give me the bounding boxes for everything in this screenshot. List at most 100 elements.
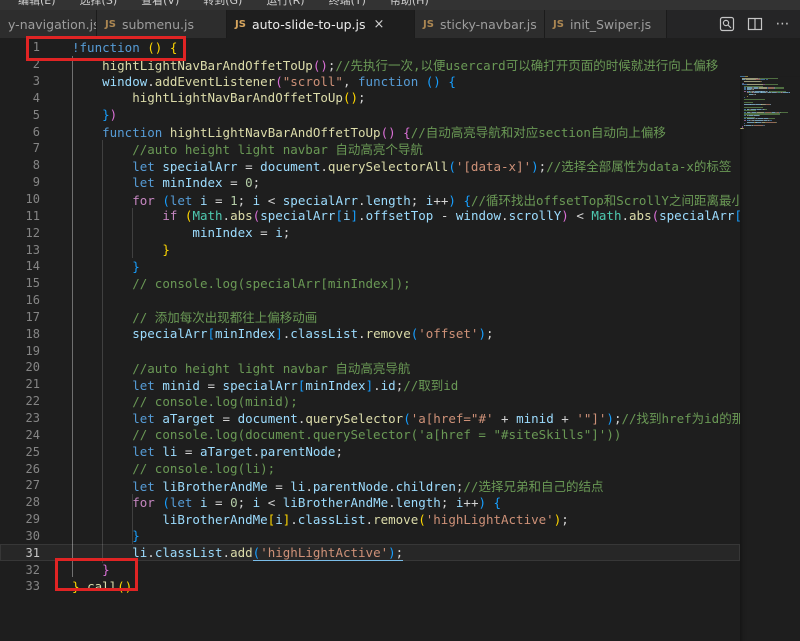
line-number: 11 <box>25 208 40 223</box>
code-line[interactable]: 4 hightLightNavBarAndOffetToUp(); <box>0 90 740 107</box>
menubar-items: 编辑(E) 选择(S) 查看(V) 转到(G) 运行(R) 终端(T) 帮助(H) <box>0 0 800 10</box>
line-number: 32 <box>25 562 40 577</box>
code-line[interactable]: 10 for (let i = 1; i < specialArr.length… <box>0 191 740 208</box>
code-line[interactable]: 22 // console.log(minid); <box>0 393 740 410</box>
menu-item-6[interactable]: 帮助(H) <box>378 0 441 10</box>
split-editor-icon[interactable] <box>746 15 764 33</box>
line-number: 9 <box>32 175 40 190</box>
line-text: for (let i = 0; i < liBrotherAndMe.lengt… <box>132 494 502 510</box>
line-number: 20 <box>25 360 40 375</box>
line-text: }) <box>102 107 118 123</box>
close-tab-icon[interactable]: × <box>374 18 385 31</box>
line-text: hightLightNavBarAndOffetToUp(); <box>132 90 366 106</box>
code-line[interactable]: 30 } <box>0 527 740 544</box>
code-line[interactable]: 3 window.addEventListener("scroll", func… <box>0 73 740 90</box>
js-file-icon: JS <box>105 18 116 30</box>
menu-item-1[interactable]: 选择(S) <box>68 0 130 10</box>
line-text: // 添加每次出现都往上偏移动画 <box>132 310 318 326</box>
code-line[interactable]: 7 //auto height light navbar 自动高亮个导航 <box>0 140 740 157</box>
code-line[interactable]: 33}.call() <box>0 578 740 595</box>
tab-auto-slide-to-up-js[interactable]: JS auto-slide-to-up.js × <box>227 10 415 38</box>
line-number: 22 <box>25 394 40 409</box>
code-line[interactable]: 32 } <box>0 561 740 578</box>
line-number: 28 <box>25 495 40 510</box>
line-number: 13 <box>25 242 40 257</box>
line-number: 2 <box>32 57 40 72</box>
menubar: 编辑(E) 选择(S) 查看(V) 转到(G) 运行(R) 终端(T) 帮助(H) <box>0 0 800 10</box>
code-lines: 1 !function () {2 hightLightNavBarAndOffe… <box>0 39 740 595</box>
code-line[interactable]: 8 let specialArr = document.querySelecto… <box>0 157 740 174</box>
line-number: 21 <box>25 377 40 392</box>
code-line[interactable]: 21 let minid = specialArr[minIndex].id;/… <box>0 376 740 393</box>
code-line[interactable]: 12 minIndex = i; <box>0 224 740 241</box>
tab-label: y-navigation.js <box>8 16 97 32</box>
search-editor-icon[interactable] <box>718 15 736 33</box>
menu-item-2[interactable]: 查看(V) <box>129 0 191 10</box>
code-line[interactable]: 15 // console.log(specialArr[minIndex]); <box>0 275 740 292</box>
line-text: let liBrotherAndMe = li.parentNode.child… <box>132 478 604 494</box>
line-number: 30 <box>25 528 40 543</box>
line-number: 25 <box>25 444 40 459</box>
line-number: 1 <box>32 40 40 55</box>
tab-sticky-navbar-js[interactable]: JS sticky-navbar.js <box>415 10 545 38</box>
line-number: 7 <box>32 141 40 156</box>
tab-submenu-js[interactable]: JS submenu.js <box>97 10 227 38</box>
line-number: 17 <box>25 309 40 324</box>
line-text: let aTarget = document.querySelector('a[… <box>132 411 740 427</box>
code-line[interactable]: 6 function hightLightNavBarAndOffetToUp(… <box>0 123 740 141</box>
menu-item-4[interactable]: 运行(R) <box>254 0 316 10</box>
code-line[interactable]: 28 for (let i = 0; i < liBrotherAndMe.le… <box>0 494 740 511</box>
menu-item-3[interactable]: 转到(G) <box>191 0 254 10</box>
code-line[interactable]: 24 // console.log(document.querySelector… <box>0 426 740 443</box>
line-text: let specialArr = document.querySelectorA… <box>132 158 732 174</box>
code-line[interactable]: 11 if (Math.abs(specialArr[i].offsetTop … <box>0 207 740 224</box>
more-actions-icon[interactable]: ⋯ <box>774 15 792 33</box>
line-number: 14 <box>25 259 40 274</box>
code-line[interactable]: 5 }) <box>0 106 740 123</box>
line-number: 29 <box>25 512 40 527</box>
line-number: 33 <box>25 579 40 594</box>
line-number: 27 <box>25 478 40 493</box>
js-file-icon: JS <box>553 18 564 30</box>
code-line[interactable]: 17 // 添加每次出现都往上偏移动画 <box>0 309 740 326</box>
code-line[interactable]: 20 //auto height light navbar 自动高亮导航 <box>0 359 740 376</box>
code-line[interactable]: 18 specialArr[minIndex].classList.remove… <box>0 325 740 342</box>
line-number: 26 <box>25 461 40 476</box>
line-text: } <box>132 258 140 274</box>
menu-item-0[interactable]: 编辑(E) <box>6 0 68 10</box>
code-line[interactable]: 23 let aTarget = document.querySelector(… <box>0 410 740 427</box>
line-text: let minid = specialArr[minIndex].id;//取到… <box>132 377 459 393</box>
tab-y-navigation-js[interactable]: y-navigation.js <box>0 10 97 38</box>
line-number: 31 <box>25 545 40 560</box>
line-text: let minIndex = 0; <box>132 174 261 190</box>
code-line[interactable]: 2 hightLightNavBarAndOffetToUp();//先执行一次… <box>0 56 740 73</box>
line-text: for (let i = 1; i < specialArr.length; i… <box>132 192 740 208</box>
line-number: 8 <box>32 158 40 173</box>
code-line[interactable]: 25 let li = aTarget.parentNode; <box>0 443 740 460</box>
code-line[interactable]: 14 } <box>0 258 740 275</box>
code-line[interactable]: 9 let minIndex = 0; <box>0 174 740 191</box>
code-line[interactable]: 31 li.classList.add('highLightActive'); <box>0 544 740 562</box>
line-number: 24 <box>25 427 40 442</box>
tab-label: sticky-navbar.js <box>439 16 537 32</box>
code-line[interactable]: 19 <box>0 342 740 359</box>
code-line[interactable]: 1 !function () { <box>0 39 740 56</box>
line-text: // console.log(specialArr[minIndex]); <box>132 275 411 291</box>
line-number: 4 <box>32 90 40 105</box>
line-number: 19 <box>25 343 40 358</box>
line-text: // console.log(li); <box>132 461 276 477</box>
line-number: 6 <box>32 124 40 139</box>
minimap[interactable] <box>740 76 800 641</box>
code-line[interactable]: 26 // console.log(li); <box>0 460 740 477</box>
line-number: 18 <box>25 326 40 341</box>
tab-init_Swiper-js[interactable]: JS init_Swiper.js <box>545 10 667 38</box>
code-line[interactable]: 16 <box>0 292 740 309</box>
code-line[interactable]: 27 let liBrotherAndMe = li.parentNode.ch… <box>0 477 740 494</box>
editor-tab-bar: y-navigation.js JS submenu.js JS auto-slide-… <box>0 10 800 38</box>
code-line[interactable]: 29 liBrotherAndMe[i].classList.remove('h… <box>0 511 740 528</box>
menu-item-5[interactable]: 终端(T) <box>317 0 378 10</box>
line-text: } <box>102 562 110 578</box>
js-file-icon: JS <box>423 18 434 30</box>
code-line[interactable]: 13 } <box>0 241 740 258</box>
code-editor[interactable]: 1 !function () {2 hightLightNavBarAndOffe… <box>0 38 800 641</box>
